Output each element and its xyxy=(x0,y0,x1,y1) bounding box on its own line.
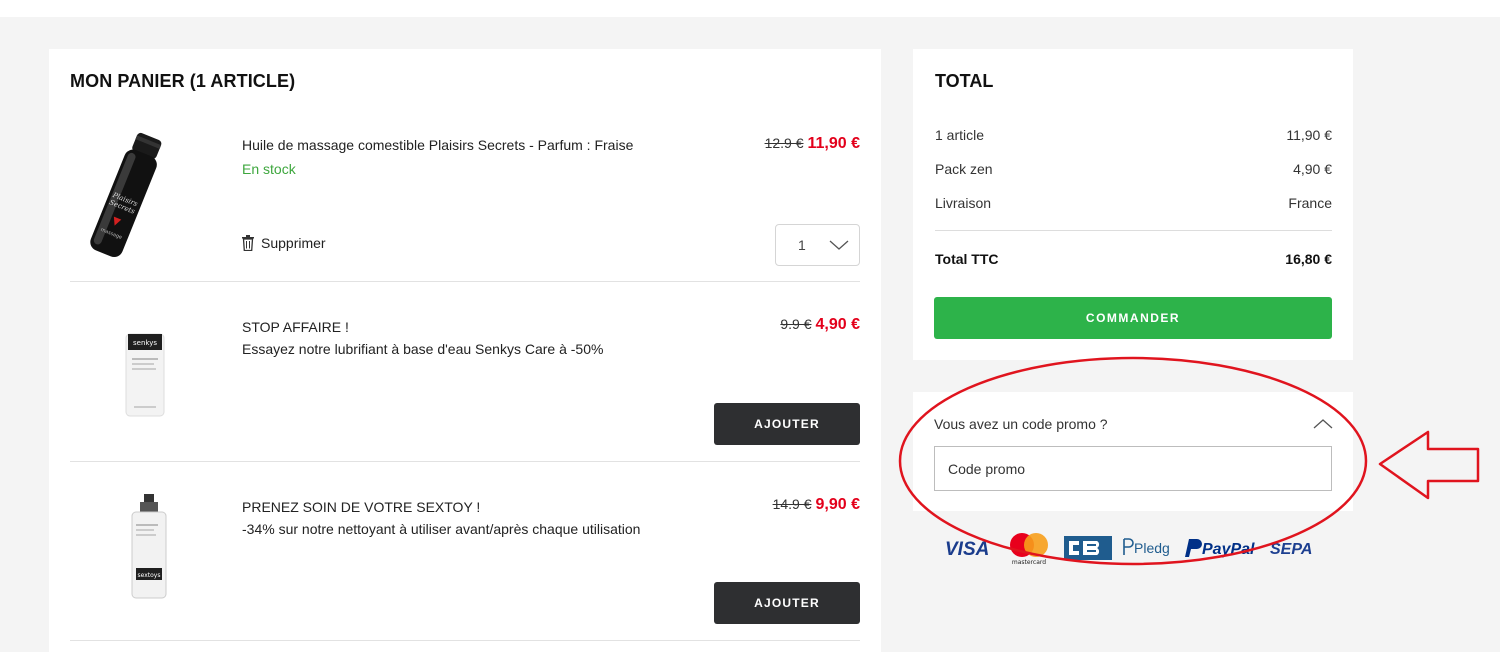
pledg-logo: Pledg xyxy=(1123,538,1170,556)
new-price: 4,90 € xyxy=(815,316,860,333)
quantity-select[interactable]: 1 xyxy=(775,224,860,266)
promo-code-input[interactable] xyxy=(934,446,1332,491)
old-price: 14.9 € xyxy=(772,496,812,512)
cb-logo xyxy=(1064,536,1112,560)
item-price: 12.9 €11,90 € xyxy=(765,135,860,153)
chevron-up-icon xyxy=(1313,419,1333,429)
total-value: 16,80 € xyxy=(1285,251,1332,267)
cart-panel: MON PANIER (1 ARTICLE) Plaisirs Secrets … xyxy=(49,49,881,652)
paypal-text: PayPal xyxy=(1202,541,1255,558)
sepa-logo: SEPA xyxy=(1270,541,1312,558)
upsell-title: PRENEZ SOIN DE VOTRE SEXTOY ! xyxy=(242,499,481,515)
summary-row-pack: Pack zen 4,90 € xyxy=(935,161,1332,177)
stock-status: En stock xyxy=(242,161,296,177)
row-label: Livraison xyxy=(935,195,992,211)
svg-text:sextoys: sextoys xyxy=(138,572,161,579)
lubricant-product-image: senkys xyxy=(125,333,165,417)
add-cleaner-button[interactable]: AJOUTER xyxy=(714,582,860,624)
upsell-title: STOP AFFAIRE ! xyxy=(242,319,349,335)
mastercard-text: mastercard xyxy=(1012,559,1046,566)
svg-text:senkys: senkys xyxy=(133,339,157,347)
sepa-text: SEPA xyxy=(1270,541,1312,558)
add-lubricant-button[interactable]: AJOUTER xyxy=(714,403,860,445)
old-price: 9.9 € xyxy=(780,316,812,332)
cart-item: Plaisirs Secrets massage Huile de massag… xyxy=(70,124,860,282)
product-name[interactable]: Huile de massage comestible Plaisirs Sec… xyxy=(242,134,633,156)
total-label: Total TTC xyxy=(935,251,999,267)
mastercard-logo: mastercard xyxy=(1010,533,1048,566)
row-label: 1 article xyxy=(935,127,985,143)
upsell-item: senkys STOP AFFAIRE ! Essayez notre lubr… xyxy=(70,282,860,462)
old-price: 12.9 € xyxy=(764,135,804,151)
trash-icon xyxy=(242,235,254,251)
toy-cleaner-product-image: sextoys xyxy=(131,494,167,599)
remove-button[interactable]: Supprimer xyxy=(241,235,326,251)
quantity-value: 1 xyxy=(798,237,806,253)
divider xyxy=(935,230,1332,231)
row-value: France xyxy=(1288,195,1332,211)
row-value: 4,90 € xyxy=(1293,161,1332,177)
upsell-description: -34% sur notre nettoyant à utiliser avan… xyxy=(242,521,641,537)
cart-title: MON PANIER (1 ARTICLE) xyxy=(70,71,296,91)
upsell-description: Essayez notre lubrifiant à base d'eau Se… xyxy=(242,341,604,357)
remove-label: Supprimer xyxy=(261,235,326,251)
row-label: Pack zen xyxy=(935,161,993,177)
summary-row-articles: 1 article 11,90 € xyxy=(935,127,1332,143)
massage-oil-product-image: Plaisirs Secrets massage xyxy=(90,132,162,258)
paypal-logo: PayPal xyxy=(1185,539,1255,558)
summary-row-total: Total TTC 16,80 € xyxy=(935,251,1332,267)
upsell-price: 9.9 €4,90 € xyxy=(780,316,860,334)
row-value: 11,90 € xyxy=(1286,127,1332,143)
order-button[interactable]: COMMANDER xyxy=(934,297,1332,339)
total-title: TOTAL xyxy=(935,71,994,91)
promo-panel: Vous avez un code promo ? xyxy=(913,392,1353,511)
promo-toggle[interactable]: Vous avez un code promo ? xyxy=(934,416,1333,432)
promo-toggle-label: Vous avez un code promo ? xyxy=(934,416,1108,432)
pledg-text: Pledg xyxy=(1134,540,1170,556)
new-price: 11,90 € xyxy=(807,135,861,152)
visa-text: VISA xyxy=(945,539,989,560)
visa-logo: VISA xyxy=(945,539,989,560)
summary-row-shipping: Livraison France xyxy=(935,195,1332,211)
new-price: 9,90 € xyxy=(815,496,860,513)
chevron-down-icon xyxy=(829,240,849,250)
upsell-price: 14.9 €9,90 € xyxy=(773,496,860,514)
total-panel: TOTAL 1 article 11,90 € Pack zen 4,90 € … xyxy=(913,49,1353,360)
upsell-item: sextoys PRENEZ SOIN DE VOTRE SEXTOY ! -3… xyxy=(70,462,860,641)
